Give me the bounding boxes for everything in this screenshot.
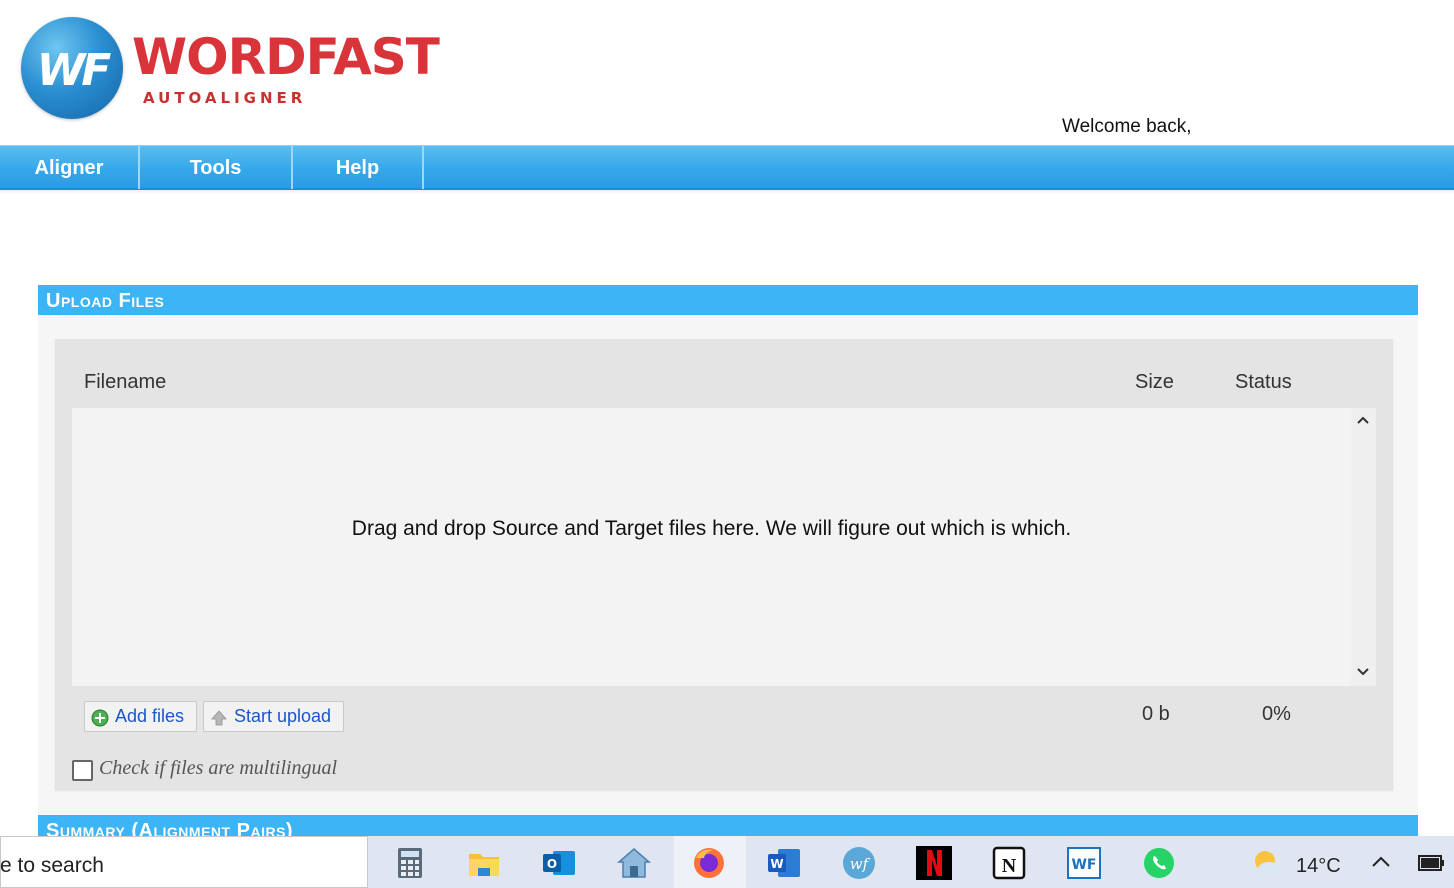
- column-size: Size: [1135, 371, 1174, 393]
- multilingual-label: Check if files are multilingual: [99, 757, 338, 779]
- wordfast-wf-icon[interactable]: wf: [841, 846, 877, 880]
- add-files-button[interactable]: Add files: [84, 701, 197, 732]
- svg-text:WF: WF: [1071, 857, 1096, 873]
- dropzone-scrollbar[interactable]: [1351, 408, 1376, 686]
- nav-tools[interactable]: Tools: [140, 146, 293, 189]
- weather-temperature[interactable]: 14°C: [1296, 855, 1341, 878]
- scroll-down-icon[interactable]: [1352, 662, 1374, 684]
- total-progress: 0%: [1262, 703, 1291, 725]
- svg-text:wf: wf: [850, 855, 871, 873]
- logo-initials: WF: [36, 45, 112, 96]
- calculator-icon[interactable]: [392, 846, 428, 880]
- start-upload-button[interactable]: Start upload: [203, 701, 344, 732]
- svg-text:N: N: [1002, 855, 1017, 877]
- nav-aligner[interactable]: Aligner: [0, 146, 140, 189]
- outlook-icon[interactable]: O: [541, 846, 577, 880]
- main-nav: Aligner Tools Help: [0, 145, 1454, 190]
- scroll-up-icon[interactable]: [1352, 410, 1374, 432]
- add-files-label: Add files: [115, 706, 185, 726]
- show-hidden-icons-chevron-up-icon[interactable]: [1364, 846, 1398, 880]
- upload-files-header: Upload Files: [38, 285, 1418, 315]
- nav-shadow: [0, 190, 1454, 194]
- add-circle-icon: [91, 709, 109, 727]
- column-status: Status: [1235, 371, 1292, 393]
- header: WF WORDFAST AUTOALIGNER Welcome back,: [0, 0, 1454, 145]
- firefox-icon[interactable]: [691, 846, 727, 880]
- column-filename: Filename: [84, 371, 167, 393]
- notion-icon[interactable]: N: [991, 846, 1027, 880]
- file-dropzone[interactable]: [72, 408, 1351, 686]
- svg-text:O: O: [547, 857, 557, 871]
- multilingual-checkbox[interactable]: [72, 760, 93, 781]
- netflix-icon[interactable]: [916, 846, 952, 880]
- welcome-message: Welcome back,: [1062, 116, 1192, 137]
- logo-wordmark: WORDFAST: [132, 28, 440, 86]
- total-size: 0 b: [1142, 703, 1170, 725]
- summary-header: Summary (Alignment Pairs): [38, 815, 1418, 836]
- upload-arrow-icon: [211, 710, 227, 726]
- file-explorer-icon[interactable]: [466, 846, 502, 880]
- battery-icon[interactable]: [1414, 846, 1448, 880]
- nav-help[interactable]: Help: [293, 146, 424, 189]
- home-icon[interactable]: [616, 846, 652, 880]
- wordfast-logo-icon: WF: [21, 17, 123, 119]
- dropzone-message: Drag and drop Source and Target files he…: [351, 517, 1072, 540]
- whatsapp-icon[interactable]: [1141, 846, 1177, 880]
- svg-text:W: W: [770, 857, 783, 871]
- wordfast-icon[interactable]: WF: [1066, 846, 1102, 880]
- word-icon[interactable]: W: [766, 846, 802, 880]
- taskbar-search-text: e to search: [0, 854, 104, 877]
- weather-partly-cloudy-icon[interactable]: [1249, 846, 1285, 880]
- logo-subtitle: AUTOALIGNER: [143, 89, 307, 107]
- start-upload-label: Start upload: [234, 706, 332, 726]
